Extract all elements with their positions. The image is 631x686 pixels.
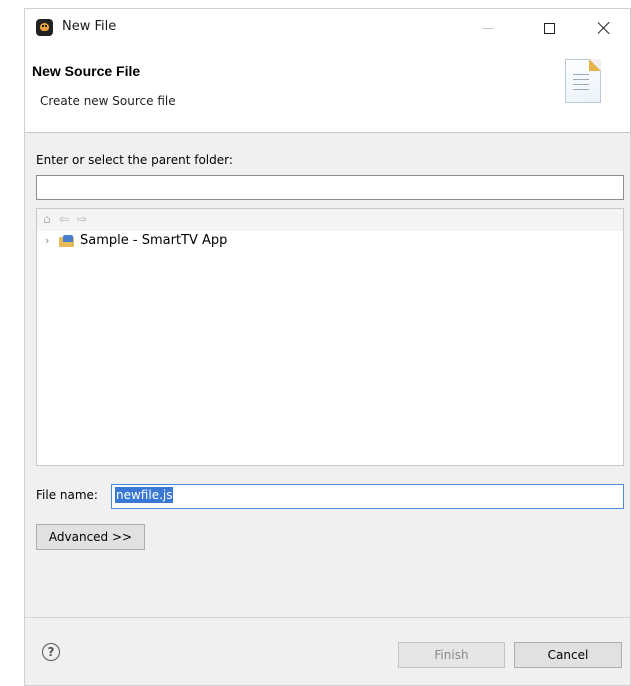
tree-item-label: Sample - SmartTV App [80, 233, 228, 248]
wizard-header: New Source File Create new Source file [25, 47, 630, 133]
folder-tree[interactable]: ⌂ ⇦ ⇨ › Sample - SmartTV App [36, 208, 624, 466]
home-icon[interactable]: ⌂ [43, 212, 51, 226]
parent-folder-input[interactable] [36, 175, 624, 200]
finish-button[interactable]: Finish [398, 642, 505, 668]
tree-item-project[interactable]: › Sample - SmartTV App [45, 233, 227, 248]
maximize-button[interactable] [526, 9, 572, 47]
wizard-description: Create new Source file [40, 94, 176, 108]
app-logo-icon [36, 19, 53, 36]
maximize-icon [543, 22, 555, 34]
close-icon [597, 21, 611, 35]
close-button[interactable] [581, 9, 627, 47]
parent-folder-label: Enter or select the parent folder: [36, 153, 233, 167]
file-name-input[interactable]: newfile.js [111, 484, 624, 509]
minimize-button[interactable] [465, 9, 511, 47]
advanced-button[interactable]: Advanced >> [36, 524, 145, 550]
minimize-icon [482, 27, 494, 29]
new-file-dialog: New File New Source File Create new Sour… [24, 8, 631, 686]
window-title: New File [62, 19, 117, 34]
project-folder-icon [59, 234, 75, 247]
chevron-right-icon[interactable]: › [45, 234, 59, 247]
forward-arrow-icon[interactable]: ⇨ [77, 212, 87, 226]
cancel-button[interactable]: Cancel [514, 642, 622, 668]
help-icon[interactable]: ? [42, 643, 60, 661]
title-bar: New File [25, 9, 630, 47]
back-arrow-icon[interactable]: ⇦ [59, 212, 69, 226]
tree-toolbar: ⌂ ⇦ ⇨ [37, 209, 623, 231]
file-name-label: File name: [36, 488, 98, 502]
footer-divider [25, 617, 630, 618]
document-wizard-icon [565, 59, 601, 103]
wizard-title: New Source File [32, 63, 141, 79]
file-name-value: newfile.js [115, 487, 174, 503]
